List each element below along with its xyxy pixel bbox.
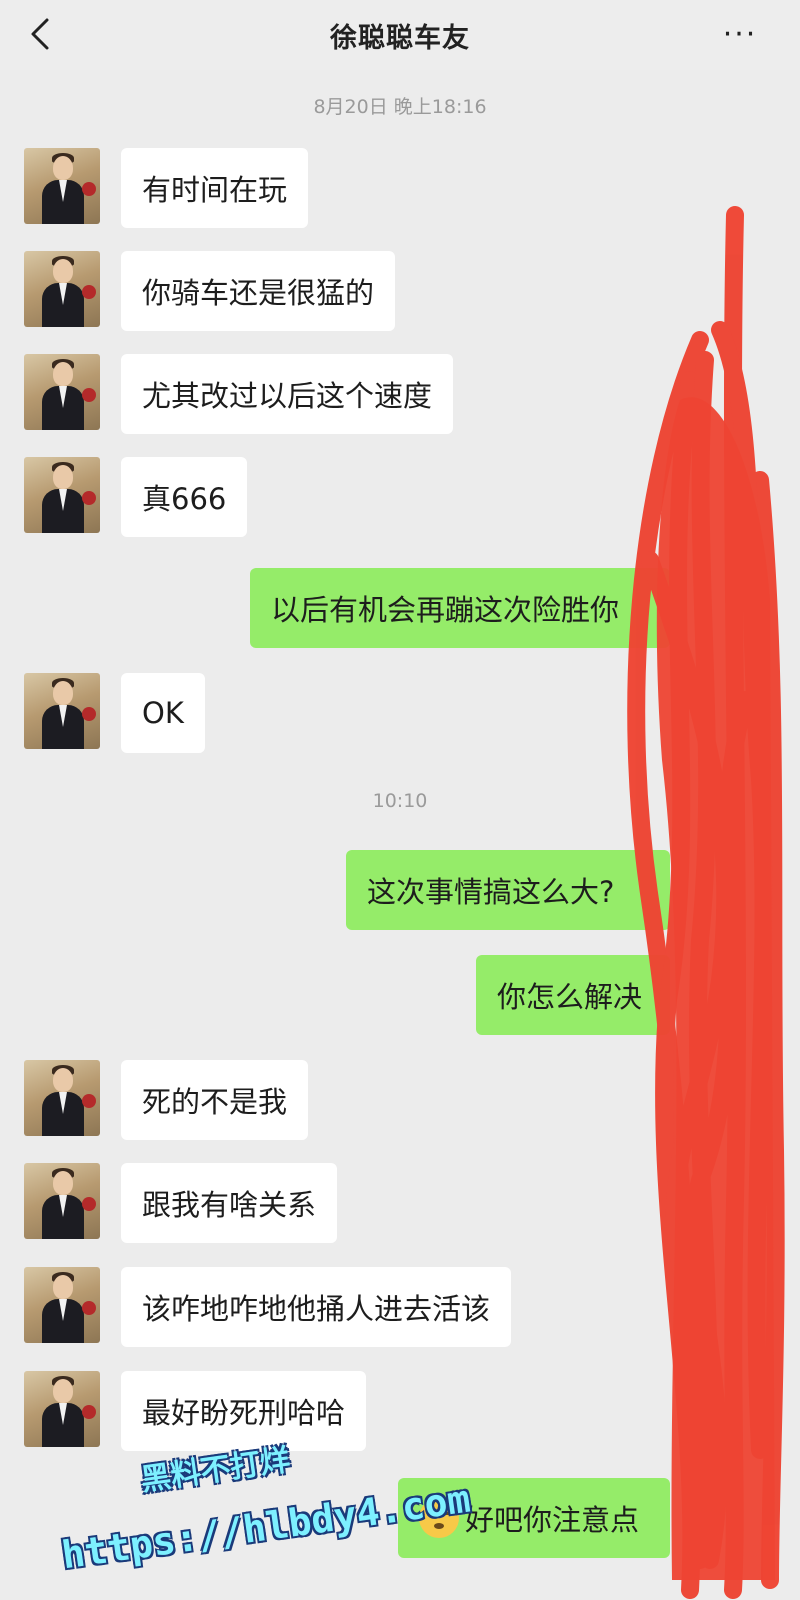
watermark-url: https://hlbdy4.com xyxy=(58,1476,473,1578)
more-icon: ··· xyxy=(722,16,758,52)
chat-title: 徐聪聪车友 xyxy=(330,22,470,54)
more-options-button[interactable]: ··· xyxy=(720,16,760,52)
contact-avatar[interactable] xyxy=(24,251,100,327)
message-bubble-received[interactable]: 跟我有啥关系 xyxy=(121,1163,338,1243)
chat-screen: 徐聪聪车友 ··· 8月20日 晚上18:16 有时间在玩 你骑车还是很猛的 尤… xyxy=(0,0,800,1600)
message-bubble-received[interactable]: 死的不是我 xyxy=(121,1060,309,1140)
message-bubble-received[interactable]: 该咋地咋地他捅人进去活该 xyxy=(121,1267,512,1347)
message-text: 好吧你注意点 xyxy=(465,1503,640,1537)
message-bubble-received[interactable]: 尤其改过以后这个速度 xyxy=(121,354,454,434)
chevron-left-icon xyxy=(31,18,49,50)
message-bubble-sent[interactable]: 这次事情搞这么大? xyxy=(346,850,670,930)
contact-avatar[interactable] xyxy=(24,1060,100,1136)
message-bubble-received[interactable]: OK xyxy=(121,673,205,753)
message-bubble-sent[interactable]: 你怎么解决 xyxy=(476,955,670,1035)
message-bubble-received[interactable]: 你骑车还是很猛的 xyxy=(121,251,396,331)
contact-avatar[interactable] xyxy=(24,1267,100,1343)
contact-avatar[interactable] xyxy=(24,148,100,224)
chat-header: 徐聪聪车友 ··· xyxy=(0,0,800,70)
timestamp: 10:10 xyxy=(372,790,428,812)
message-bubble-received[interactable]: 最好盼死刑哈哈 xyxy=(121,1371,367,1451)
contact-avatar[interactable] xyxy=(24,1371,100,1447)
message-bubble-received[interactable]: 真666 xyxy=(121,457,248,537)
contact-avatar[interactable] xyxy=(24,673,100,749)
message-bubble-received[interactable]: 有时间在玩 xyxy=(121,148,309,228)
contact-avatar[interactable] xyxy=(24,354,100,430)
timestamp: 8月20日 晚上18:16 xyxy=(313,96,487,118)
contact-avatar[interactable] xyxy=(24,457,100,533)
contact-avatar[interactable] xyxy=(24,1163,100,1239)
back-button[interactable] xyxy=(22,16,58,52)
message-bubble-sent[interactable]: 以后有机会再蹦这次险胜你 xyxy=(250,568,670,648)
